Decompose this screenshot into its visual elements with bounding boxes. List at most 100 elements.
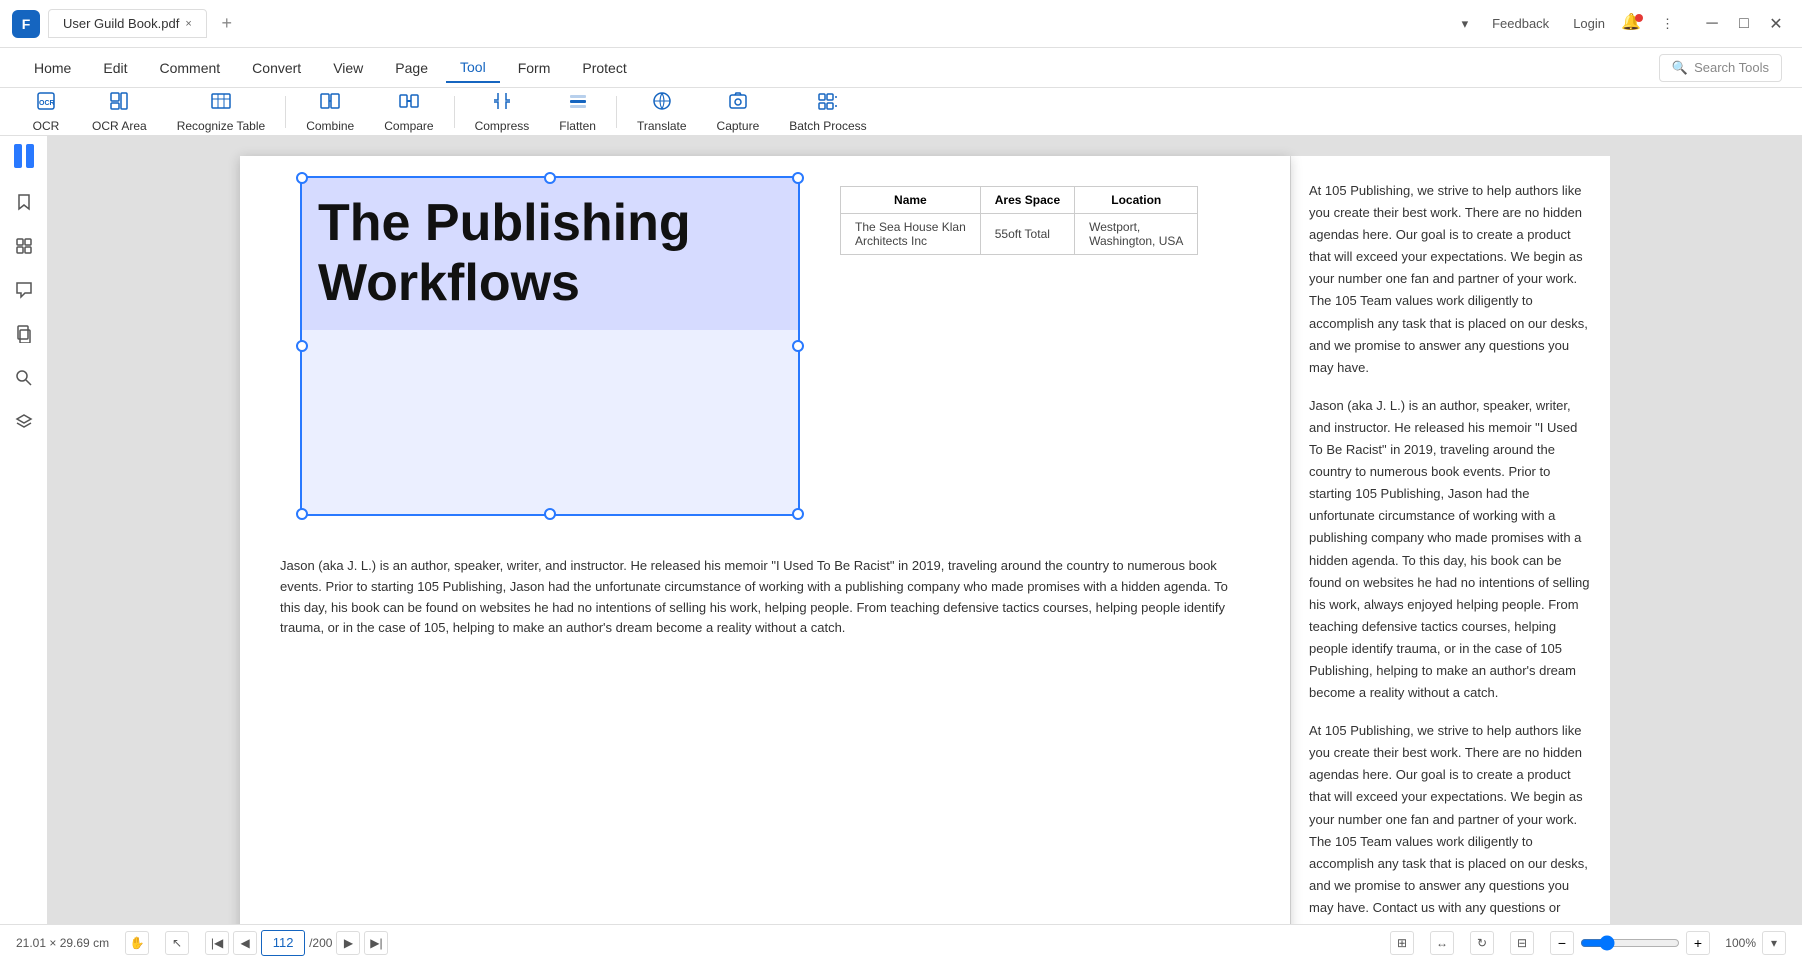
capture-icon [727, 90, 749, 117]
pdf-area: The PublishingWorkflows Name Ares Space … [48, 136, 1802, 924]
ocr-icon: OCR [35, 90, 57, 117]
sidebar-accent-1 [14, 144, 22, 168]
fit-page-button[interactable]: ⊞ [1390, 931, 1414, 955]
menu-form[interactable]: Form [504, 54, 565, 82]
tab-pdf[interactable]: User Guild Book.pdf × [48, 9, 207, 38]
handle-tc[interactable] [544, 172, 556, 184]
menu-home[interactable]: Home [20, 54, 85, 82]
select-tool-button[interactable]: ↖ [165, 931, 189, 955]
table-cell-space: 55oft Total [980, 214, 1074, 255]
tab-label: User Guild Book.pdf [63, 16, 179, 31]
notification-badge [1635, 14, 1643, 22]
handle-bc[interactable] [544, 508, 556, 520]
pdf-body-text: Jason (aka J. L.) is an author, speaker,… [280, 556, 1250, 639]
right-text-3: At 105 Publishing, we strive to help aut… [1309, 720, 1592, 919]
next-page-button[interactable]: ▶ [336, 931, 360, 955]
handle-ml[interactable] [296, 340, 308, 352]
login-button[interactable]: Login [1565, 12, 1613, 35]
pdf-page: The PublishingWorkflows Name Ares Space … [240, 156, 1290, 924]
handle-mr[interactable] [792, 340, 804, 352]
sidebar-search[interactable] [6, 360, 42, 396]
ocr-button[interactable]: OCR OCR [16, 86, 76, 137]
capture-button[interactable]: Capture [703, 86, 774, 137]
prev-page-button[interactable]: ◀ [233, 931, 257, 955]
maximize-button[interactable]: □ [1730, 10, 1758, 38]
sidebar-thumbnail[interactable] [6, 228, 42, 264]
translate-button[interactable]: Translate [623, 86, 701, 137]
zoom-out-button[interactable]: − [1550, 931, 1574, 955]
grid-view-button[interactable]: ⊟ [1510, 931, 1534, 955]
compare-button[interactable]: Compare [370, 86, 447, 137]
menu-edit[interactable]: Edit [89, 54, 141, 82]
info-table: Name Ares Space Location The Sea House K… [840, 186, 1198, 255]
right-text-2: Jason (aka J. L.) is an author, speaker,… [1309, 395, 1592, 704]
zoom-level: 100% [1716, 936, 1756, 950]
page-number-input[interactable]: 112 [261, 930, 305, 956]
titlebar: F User Guild Book.pdf × + ▾ Feedback Log… [0, 0, 1802, 48]
toolbar: OCR OCR OCR Area Recognize Table Combine… [0, 88, 1802, 136]
combine-icon [319, 90, 341, 117]
compare-label: Compare [384, 119, 433, 133]
page-dimensions: 21.01 × 29.69 cm [16, 936, 109, 950]
ocr-area-icon [108, 90, 130, 117]
zoom-dropdown[interactable]: ▾ [1762, 931, 1786, 955]
main-content: The PublishingWorkflows Name Ares Space … [0, 136, 1802, 924]
minimize-button[interactable]: ─ [1698, 10, 1726, 38]
sidebar-bookmark[interactable] [6, 184, 42, 220]
new-tab-button[interactable]: + [215, 12, 239, 36]
menu-convert[interactable]: Convert [238, 54, 315, 82]
first-page-button[interactable]: |◀ [205, 931, 229, 955]
right-text-panel: At 105 Publishing, we strive to help aut… [1290, 156, 1610, 924]
fit-width-button[interactable]: ↔ [1430, 931, 1454, 955]
app-logo: F [12, 10, 40, 38]
menu-comment[interactable]: Comment [145, 54, 234, 82]
sidebar-comment[interactable] [6, 272, 42, 308]
handle-br[interactable] [792, 508, 804, 520]
ocr-area-button[interactable]: OCR Area [78, 86, 161, 137]
sidebar-pages[interactable] [6, 316, 42, 352]
compress-label: Compress [475, 119, 530, 133]
svg-text:OCR: OCR [39, 100, 55, 107]
translate-label: Translate [637, 119, 687, 133]
pdf-title: The PublishingWorkflows [302, 178, 798, 330]
search-tools-label: Search Tools [1694, 60, 1769, 75]
hand-tool-button[interactable]: ✋ [125, 931, 149, 955]
last-page-button[interactable]: ▶| [364, 931, 388, 955]
zoom-in-button[interactable]: + [1686, 931, 1710, 955]
capture-label: Capture [717, 119, 760, 133]
recognize-table-button[interactable]: Recognize Table [163, 86, 280, 137]
separator-2 [454, 96, 455, 128]
zoom-slider[interactable] [1580, 935, 1680, 951]
flatten-icon [567, 90, 589, 117]
zoom-controls: − + 100% ▾ [1550, 931, 1786, 955]
left-sidebar [0, 136, 48, 924]
dropdown-button[interactable]: ▾ [1454, 12, 1477, 36]
selection-box[interactable]: The PublishingWorkflows [300, 176, 800, 516]
rotate-button[interactable]: ↻ [1470, 931, 1494, 955]
menu-page[interactable]: Page [381, 54, 442, 82]
search-tools-box[interactable]: 🔍 Search Tools [1659, 54, 1782, 82]
batch-process-label: Batch Process [789, 119, 866, 133]
table-header-space: Ares Space [980, 187, 1074, 214]
close-button[interactable]: ✕ [1762, 10, 1790, 38]
feedback-button[interactable]: Feedback [1484, 12, 1557, 35]
handle-tl[interactable] [296, 172, 308, 184]
handle-bl[interactable] [296, 508, 308, 520]
titlebar-controls: ▾ Feedback Login 🔔 ⋮ [1454, 12, 1682, 36]
sidebar-layers[interactable] [6, 404, 42, 440]
combine-button[interactable]: Combine [292, 86, 368, 137]
flatten-button[interactable]: Flatten [545, 86, 610, 137]
recognize-table-label: Recognize Table [177, 119, 266, 133]
separator-3 [616, 96, 617, 128]
handle-tr[interactable] [792, 172, 804, 184]
menu-view[interactable]: View [319, 54, 377, 82]
batch-process-button[interactable]: Batch Process [775, 86, 880, 137]
menu-tool[interactable]: Tool [446, 53, 500, 83]
compress-button[interactable]: Compress [461, 86, 544, 137]
more-button[interactable]: ⋮ [1653, 12, 1682, 36]
window-buttons: ─ □ ✕ [1698, 10, 1790, 38]
table-header-location: Location [1075, 187, 1198, 214]
combine-label: Combine [306, 119, 354, 133]
tab-close-btn[interactable]: × [185, 18, 191, 30]
menu-protect[interactable]: Protect [568, 54, 640, 82]
